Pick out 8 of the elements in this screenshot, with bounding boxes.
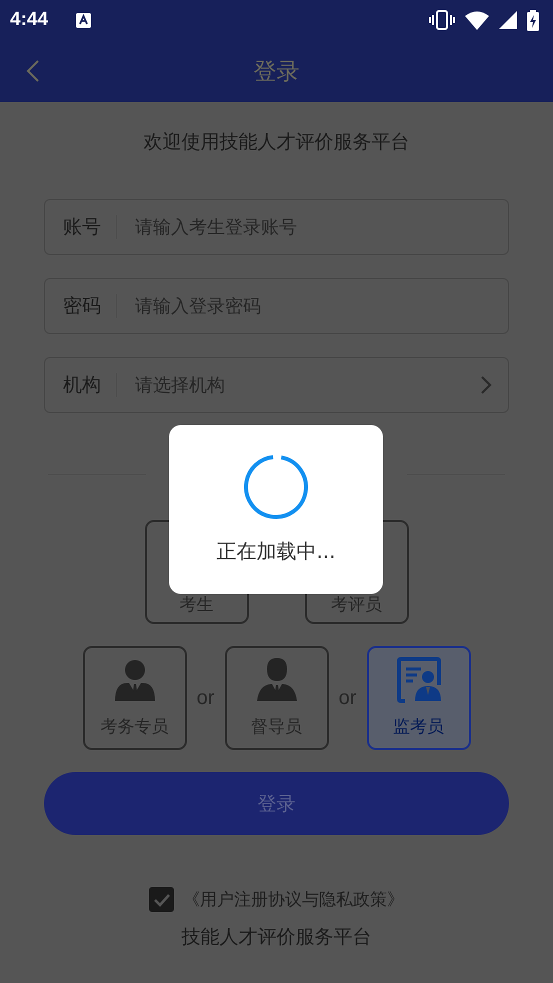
footer-text: 技能人才评价服务平台 xyxy=(182,925,372,950)
field-label: 密码 xyxy=(63,294,101,319)
status-time: 4:44 xyxy=(10,9,48,31)
welcome-text: 欢迎使用技能人才评价服务平台 xyxy=(144,130,410,153)
loading-message: 正在加载中... xyxy=(216,538,336,565)
page-title: 登录 xyxy=(254,58,300,86)
field-label: 机构 xyxy=(63,373,101,398)
field-label: 账号 xyxy=(63,215,101,240)
